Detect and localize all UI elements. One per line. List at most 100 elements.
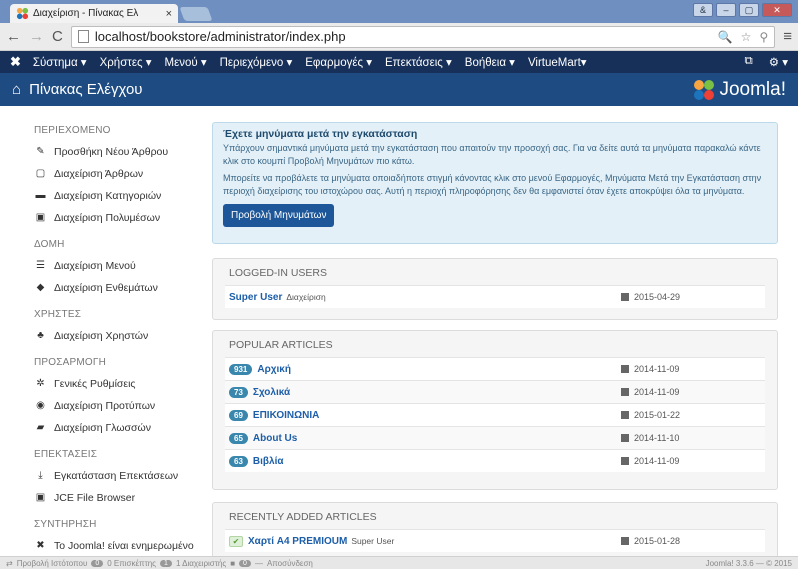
sidebar-item[interactable]: ✎ Προσθήκη Νέου Άρθρου <box>34 145 204 158</box>
sidebar-item[interactable]: ◆ Διαχείριση Ενθεμάτων <box>34 281 204 294</box>
url-input[interactable]: localhost/bookstore/administrator/index.… <box>70 25 776 48</box>
date-text: 2014-11-09 <box>634 364 680 374</box>
calendar-icon <box>621 365 629 373</box>
back-arrow-icon[interactable]: ← <box>6 28 21 45</box>
joomla-menu-icon[interactable]: ✖ <box>10 54 21 70</box>
page-header: ⌂ Πίνακας Ελέγχου Joomla! <box>0 73 798 106</box>
article-link[interactable]: ΕΠΙΚΟΙΝΩΝΙΑ <box>253 410 319 421</box>
reload-icon[interactable]: C <box>52 28 63 45</box>
hits-badge: 69 <box>229 409 248 421</box>
sidebar-item[interactable]: ✖ Το Joomla! είναι ενημερωμένο <box>34 539 204 552</box>
sidebar-item[interactable]: ⤓ Εγκατάσταση Επεκτάσεων <box>34 469 204 482</box>
admin-menubar: ✖ Σύστημα ▾ Χρήστες ▾ Μενού ▾ Περιεχόμεν… <box>0 51 798 73</box>
date-cell: 2015-04-29 <box>621 292 761 302</box>
home-icon: ⌂ <box>12 81 22 98</box>
published-check-icon[interactable]: ✔ <box>229 535 243 547</box>
article-link[interactable]: Χαρτί A4 PREMIOUM <box>248 536 347 547</box>
date-text: 2014-11-09 <box>634 387 680 397</box>
cube-icon: ◆ <box>36 282 45 293</box>
zoom-icon[interactable]: 🔍 <box>718 30 733 44</box>
visitors-label: 0 Επισκέπτης <box>107 558 157 568</box>
menu-content[interactable]: Περιεχόμενο ▾ <box>220 55 293 69</box>
sidebar-item[interactable]: ▣ JCE File Browser <box>34 491 204 504</box>
recent-articles-panel: RECENTLY ADDED ARTICLES ✔ Χαρτί A4 PREMI… <box>212 502 778 562</box>
comments-icon: ▰ <box>36 422 45 433</box>
new-tab-button[interactable] <box>179 7 213 21</box>
hits-badge: 931 <box>229 363 253 375</box>
date-text: 2015-01-22 <box>634 410 681 420</box>
user-link[interactable]: Super User <box>229 292 282 303</box>
logout-link[interactable]: Αποσύνδεση <box>267 559 313 568</box>
version-text: Joomla! 3.3.6 — © 2015 <box>705 558 792 568</box>
sidebar-item[interactable]: ▢ Διαχείριση Άρθρων <box>34 167 204 180</box>
menu-system[interactable]: Σύστημα ▾ <box>33 55 87 69</box>
article-link[interactable]: Βιβλία <box>253 456 284 467</box>
view-site-icon: ⇄ <box>6 558 13 568</box>
logged-in-users-panel: LOGGED-IN USERS Super User Διαχείριση 20… <box>212 258 778 320</box>
maximize-button[interactable]: ▢ <box>739 3 759 17</box>
messages-icon: ■ <box>230 558 236 568</box>
pencil-icon: ✎ <box>36 146 45 157</box>
table-row: 931 Αρχική 2014-11-09 <box>225 357 765 380</box>
date-cell: 2015-01-28 <box>621 536 761 546</box>
sidebar-item-label: Διαχείριση Ενθεμάτων <box>54 281 158 294</box>
menu-extensions[interactable]: Επεκτάσεις ▾ <box>385 55 452 69</box>
alert-text-1: Υπάρχουν σημαντικά μηνύματα μετά την εγκ… <box>223 143 761 166</box>
view-site-link[interactable]: Προβολή Ιστότοπου <box>17 559 88 568</box>
star-icon[interactable]: ☆ <box>741 30 752 44</box>
browser-titlebar: Διαχείριση - Πίνακας Ελ × & – ▢ ✕ <box>0 0 798 23</box>
forward-arrow-icon[interactable]: → <box>29 28 44 45</box>
close-window-button[interactable]: ✕ <box>762 3 792 17</box>
date-cell: 2014-11-09 <box>621 387 761 397</box>
article-link[interactable]: Σχολικά <box>253 387 290 398</box>
menu-virtuemart[interactable]: VirtueMart▾ <box>528 55 587 69</box>
external-link-icon[interactable]: ⧉ <box>745 55 753 69</box>
user-icon[interactable]: & <box>693 3 713 17</box>
menu-help[interactable]: Βοήθεια ▾ <box>465 55 515 69</box>
sidebar-item[interactable]: ▬ Διαχείριση Κατηγοριών <box>34 189 204 202</box>
menu-icon[interactable]: ≡ <box>783 28 792 45</box>
table-row: 73 Σχολικά 2014-11-09 <box>225 380 765 403</box>
view-messages-button[interactable]: Προβολή Μηνυμάτων <box>223 204 335 227</box>
browser-tab[interactable]: Διαχείριση - Πίνακας Ελ × <box>10 4 178 23</box>
menu-users[interactable]: Χρήστες ▾ <box>100 55 152 69</box>
hits-badge: 73 <box>229 386 248 398</box>
sidebar-item[interactable]: ✲ Γενικές Ρυθμίσεις <box>34 377 204 390</box>
date-text: 2015-01-28 <box>634 536 681 546</box>
image-icon: ▣ <box>35 492 46 503</box>
sidebar-item[interactable]: ▣ Διαχείριση Πολυμέσων <box>34 211 204 224</box>
tab-close-icon[interactable]: × <box>166 8 172 20</box>
messages-count-badge: 0 <box>239 559 251 567</box>
main-content: Έχετε μηνύματα μετά την εγκατάσταση Υπάρ… <box>212 122 778 562</box>
sidebar-section-heading: ΣΥΝΤΗΡΗΣΗ <box>34 519 97 530</box>
upload-icon: ⤓ <box>38 470 43 481</box>
sidebar: ΠΕΡΙΕΧΟΜΕΝΟ ✎ Προσθήκη Νέου Άρθρου ▢ Διαχείρ… <box>34 122 204 564</box>
sidebar-item[interactable]: ☰ Διαχείριση Μενού <box>34 259 204 272</box>
article-link[interactable]: Αρχική <box>257 364 291 375</box>
minimize-button[interactable]: – <box>716 3 736 17</box>
sidebar-item-label: Εγκατάσταση Επεκτάσεων <box>54 469 179 482</box>
image-icon: ▣ <box>35 212 46 223</box>
article-link[interactable]: About Us <box>253 433 297 444</box>
panel-heading: LOGGED-IN USERS <box>229 267 328 279</box>
menu-menus[interactable]: Μενού ▾ <box>164 55 206 69</box>
menu-components[interactable]: Εφαρμογές ▾ <box>305 55 372 69</box>
panel-heading: RECENTLY ADDED ARTICLES <box>229 511 377 523</box>
eye-icon: ◉ <box>36 400 45 411</box>
calendar-icon <box>621 411 629 419</box>
date-cell: 2014-11-10 <box>621 433 761 443</box>
sidebar-item[interactable]: ♣ Διαχείριση Χρηστών <box>34 329 204 342</box>
sidebar-item[interactable]: ▰ Διαχείριση Γλωσσών <box>34 421 204 434</box>
extension-icon[interactable]: ⚲ <box>759 30 768 44</box>
users-icon: ♣ <box>37 330 44 341</box>
sidebar-item-label: Το Joomla! είναι ενημερωμένο <box>54 539 194 552</box>
sidebar-item-label: JCE File Browser <box>54 491 136 504</box>
sidebar-item[interactable]: ◉ Διαχείριση Προτύπων <box>34 399 204 412</box>
panel-heading: POPULAR ARTICLES <box>229 339 333 351</box>
url-text: localhost/bookstore/administrator/index.… <box>94 29 346 44</box>
date-cell: 2014-11-09 <box>621 364 761 374</box>
joomla-brand-text: Joomla! <box>719 78 786 100</box>
alert-text-2: Μπορείτε να προβάλετε τα μηνύματα οποιαδ… <box>223 173 762 196</box>
settings-gear-icon[interactable]: ⚙ ▾ <box>769 55 788 69</box>
sidebar-item-label: Διαχείριση Προτύπων <box>54 399 156 412</box>
